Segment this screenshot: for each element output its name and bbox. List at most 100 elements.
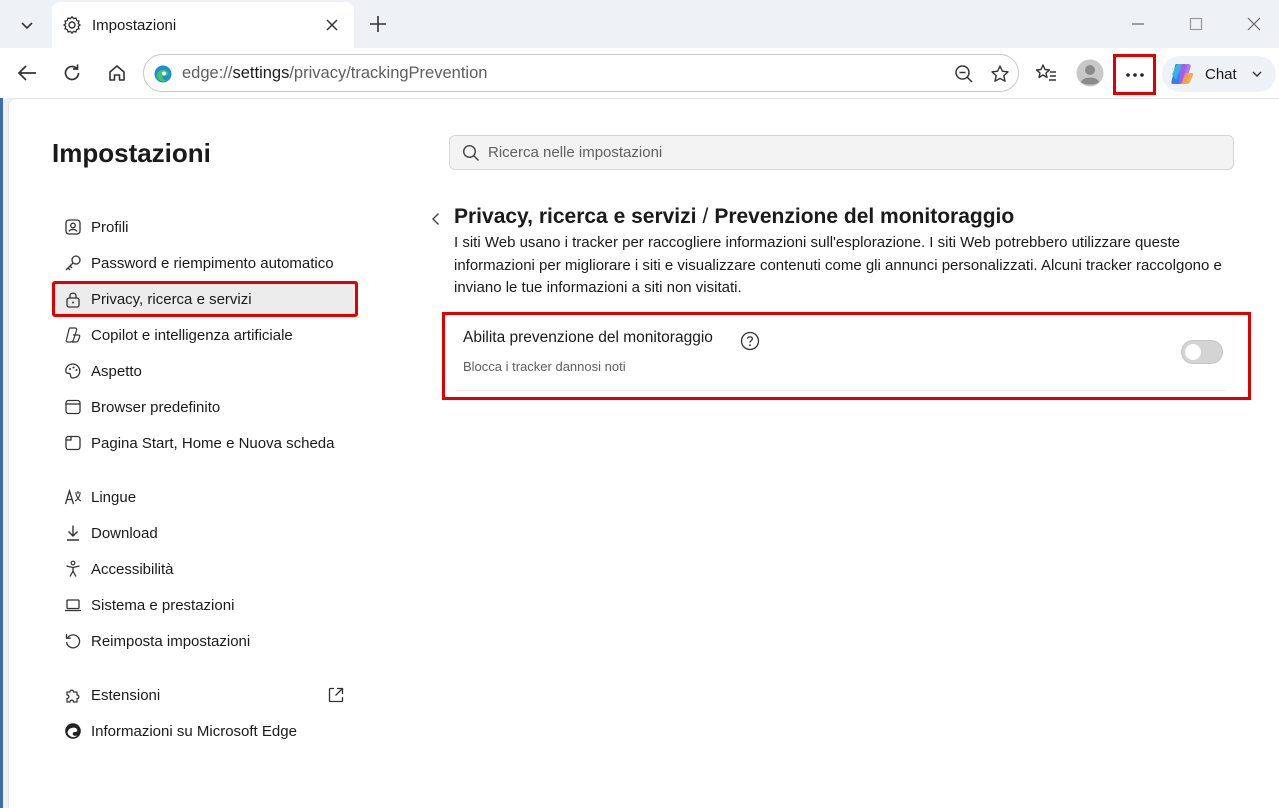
sidebar-item-copilot[interactable]: Copilot e intelligenza artificiale — [52, 317, 358, 353]
url-host: settings — [232, 64, 290, 82]
chevron-down-icon — [21, 22, 33, 30]
sidebar-item-extensions[interactable]: Estensioni — [52, 677, 358, 713]
sidebar-item-label: Sistema e prestazioni — [91, 596, 235, 614]
puzzle-icon — [64, 686, 82, 704]
page-title: Impostazioni — [52, 138, 211, 168]
refresh-icon — [64, 64, 80, 81]
profile-button[interactable] — [1074, 57, 1106, 89]
key-icon — [64, 254, 82, 272]
url-scheme: edge:// — [182, 64, 233, 82]
sidebar-item-label: Browser predefinito — [91, 398, 221, 416]
sidebar-item-label: Copilot e intelligenza artificiale — [91, 326, 293, 344]
tracking-prevention-card: Abilita prevenzione del monitoraggio Blo… — [442, 312, 1251, 400]
lock-icon — [64, 290, 82, 308]
search-icon — [462, 144, 479, 161]
tab-settings[interactable]: Impostazioni — [52, 2, 354, 48]
sidebar-item-label: Estensioni — [91, 686, 161, 704]
more-dots-icon — [1125, 72, 1144, 77]
plus-icon — [370, 16, 386, 32]
settings-search[interactable] — [449, 135, 1234, 170]
desktop-edge — [0, 96, 3, 808]
breadcrumb-current: Prevenzione del monitoraggio — [714, 205, 1015, 228]
sidebar-item-label: Aspetto — [91, 362, 142, 380]
home-button[interactable] — [101, 57, 133, 89]
external-link-icon[interactable] — [327, 686, 345, 704]
setting-sublabel: Blocca i tracker dannosi noti — [463, 359, 626, 374]
url-text[interactable]: edge://settings/privacy/trackingPreventi… — [182, 64, 487, 83]
gear-icon — [62, 15, 82, 35]
sidebar-item-label: Lingue — [91, 488, 137, 506]
laptop-icon — [64, 596, 82, 614]
sidebar-item-reset[interactable]: Reimposta impostazioni — [52, 623, 358, 659]
settings-and-more-button[interactable] — [1113, 54, 1156, 95]
sidebar-item-label: Password e riempimento automatico — [91, 254, 334, 272]
maximize-button[interactable] — [1176, 8, 1216, 40]
accessibility-icon — [64, 560, 82, 578]
sidebar-item-label: Privacy, ricerca e servizi — [91, 290, 252, 308]
refresh-button[interactable] — [56, 57, 88, 89]
newtab-icon — [64, 434, 82, 452]
sidebar-item-profiles[interactable]: Profili — [52, 209, 358, 245]
copilot-chat-button[interactable]: Chat — [1162, 56, 1276, 92]
home-icon — [109, 65, 125, 81]
favorites-button[interactable] — [1030, 57, 1062, 89]
language-icon — [64, 488, 82, 506]
chat-label: Chat — [1205, 65, 1237, 83]
maximize-icon — [1189, 17, 1203, 31]
minimize-button[interactable] — [1118, 8, 1158, 40]
browser-toolbar: edge://settings/privacy/trackingPreventi… — [0, 48, 1279, 98]
tab-title: Impostazioni — [92, 16, 177, 34]
reset-icon — [64, 632, 82, 650]
breadcrumb-separator: / — [702, 205, 709, 228]
favorite-star-icon[interactable] — [986, 60, 1014, 88]
back-chevron-icon[interactable] — [428, 210, 444, 228]
toggle-knob — [1185, 344, 1201, 360]
copilot-icon — [64, 326, 82, 344]
address-bar[interactable]: edge://settings/privacy/trackingPreventi… — [143, 54, 1019, 92]
browser-icon — [64, 398, 82, 416]
sidebar-item-downloads[interactable]: Download — [52, 515, 358, 551]
sidebar-item-default-browser[interactable]: Browser predefinito — [52, 389, 358, 425]
sidebar-item-label: Download — [91, 524, 158, 542]
favorites-list-icon — [1035, 64, 1056, 81]
download-icon — [64, 524, 82, 542]
edge-icon — [64, 722, 82, 740]
search-input[interactable] — [488, 140, 1188, 165]
page-description: I siti Web usano i tracker per raccoglie… — [454, 234, 1222, 296]
sidebar-item-start-page[interactable]: Pagina Start, Home e Nuova scheda — [52, 425, 358, 461]
sidebar-item-system[interactable]: Sistema e prestazioni — [52, 587, 358, 623]
edge-logo-icon — [154, 65, 172, 83]
sidebar-item-languages[interactable]: Lingue — [52, 479, 358, 515]
back-button[interactable] — [11, 57, 43, 89]
setting-label: Abilita prevenzione del monitoraggio — [463, 329, 713, 346]
sidebar-item-label: Pagina Start, Home e Nuova scheda — [91, 434, 335, 452]
breadcrumb-parent[interactable]: Privacy, ricerca e servizi — [454, 205, 696, 228]
profile-icon — [64, 218, 82, 236]
palette-icon — [64, 362, 82, 380]
url-path: /privacy/trackingPrevention — [289, 64, 488, 82]
sidebar-item-label: Reimposta impostazioni — [91, 632, 251, 650]
close-tab-icon[interactable] — [322, 15, 342, 35]
zoom-icon[interactable] — [950, 60, 978, 88]
avatar-icon — [1076, 59, 1104, 87]
divider — [457, 390, 1226, 391]
copilot-logo-icon — [1171, 64, 1194, 84]
sidebar-item-label: Profili — [91, 218, 129, 236]
sidebar-item-passwords[interactable]: Password e riempimento automatico — [52, 245, 358, 281]
new-tab-button[interactable] — [362, 8, 394, 40]
sidebar-item-appearance[interactable]: Aspetto — [52, 353, 358, 389]
tab-actions-button[interactable] — [10, 8, 44, 42]
sidebar-item-about[interactable]: Informazioni su Microsoft Edge — [52, 713, 358, 749]
sidebar-item-label: Informazioni su Microsoft Edge — [91, 722, 297, 740]
breadcrumb: Privacy, ricerca e servizi / Prevenzione d… — [454, 205, 1014, 229]
sidebar-item-label: Accessibilità — [91, 560, 174, 578]
sidebar-item-accessibility[interactable]: Accessibilità — [52, 551, 358, 587]
arrow-left-icon — [17, 65, 36, 81]
tracking-prevention-toggle[interactable] — [1181, 340, 1223, 364]
minimize-icon — [1132, 23, 1144, 25]
sidebar-item-privacy[interactable]: Privacy, ricerca e servizi — [52, 281, 358, 317]
close-window-button[interactable] — [1234, 8, 1274, 40]
chevron-down-icon — [1252, 71, 1262, 77]
tab-strip: Impostazioni — [0, 0, 1279, 48]
help-icon[interactable] — [740, 331, 760, 351]
